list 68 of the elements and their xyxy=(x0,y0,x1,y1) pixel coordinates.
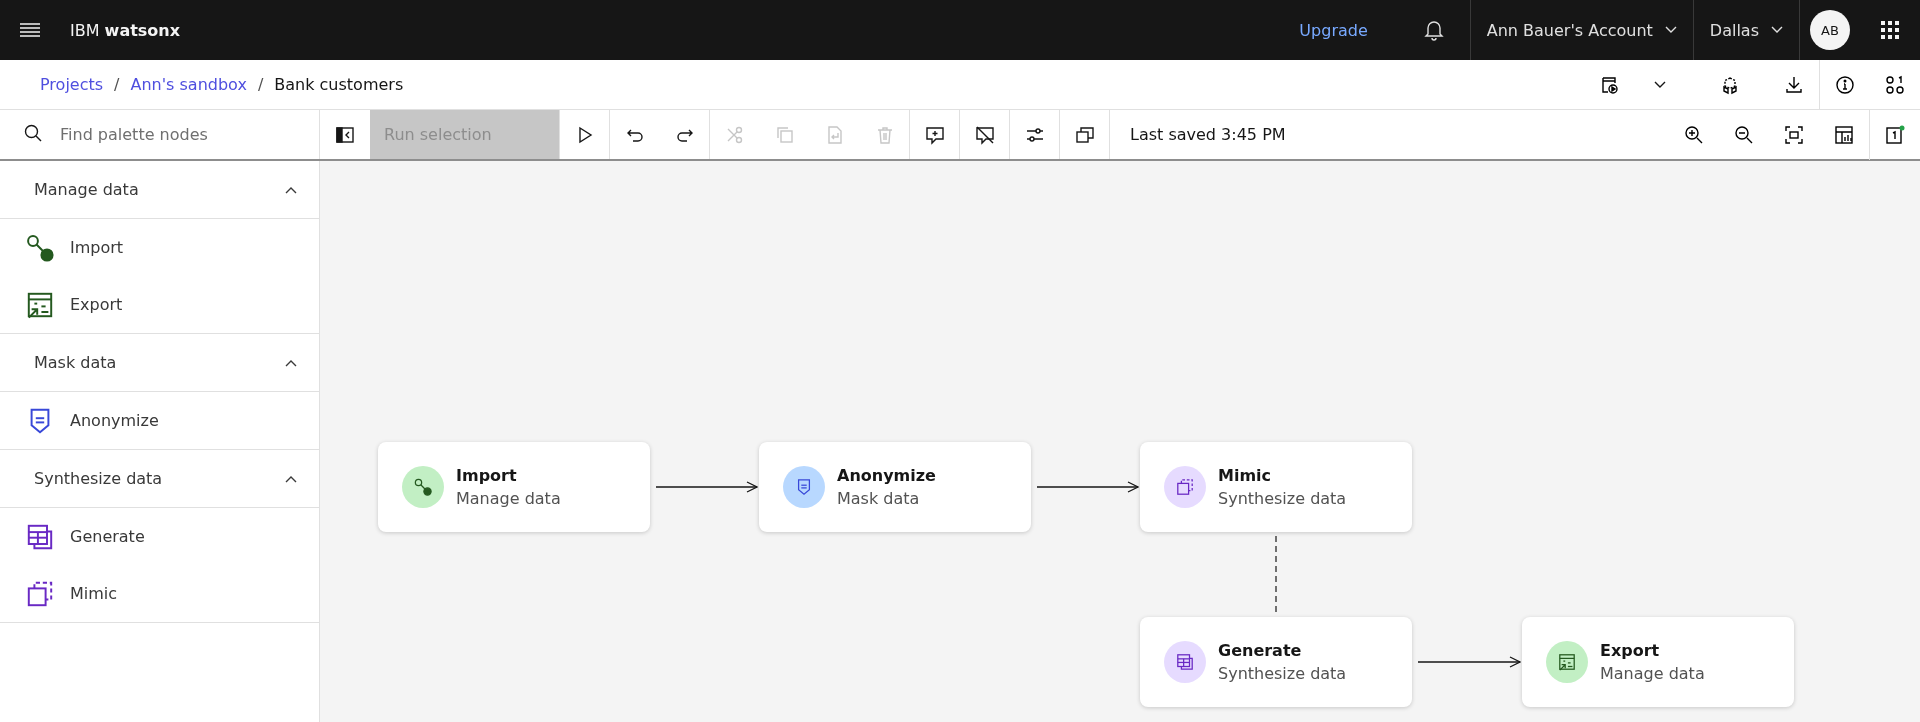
search-field[interactable]: Find palette nodes xyxy=(58,124,308,145)
nodes-icon xyxy=(1885,74,1905,95)
breadcrumb-link[interactable]: Projects xyxy=(40,75,104,94)
node-title: Mimic xyxy=(1218,466,1273,485)
cubes-icon xyxy=(1720,74,1740,95)
table-stack-icon xyxy=(1176,653,1194,671)
region-dropdown[interactable]: Dallas xyxy=(1692,0,1799,60)
shield-icon xyxy=(795,478,813,496)
user-avatar[interactable]: AB xyxy=(1810,10,1850,50)
palette-node[interactable]: Mimic xyxy=(70,584,118,603)
palette-section-header[interactable]: Synthesize data xyxy=(0,450,319,508)
info-icon xyxy=(1835,74,1855,95)
zoom-out-icon xyxy=(1734,124,1754,145)
palette-node[interactable]: Import xyxy=(70,238,124,257)
menu-icon xyxy=(20,22,40,38)
flow-node[interactable]: Anonymize Mask data xyxy=(759,442,1031,532)
node-subtitle: Manage data xyxy=(1600,664,1705,683)
last-saved-text: Last saved 3:45 PM xyxy=(1130,125,1286,144)
node-title: Import xyxy=(456,466,518,485)
upgrade-link[interactable]: Upgrade xyxy=(1299,20,1368,40)
comment-hidden-icon xyxy=(974,124,995,145)
breadcrumb-separator: / xyxy=(114,75,120,94)
breadcrumb-current: Bank customers xyxy=(274,75,404,94)
table-chart-icon xyxy=(1834,124,1854,145)
node-title: Export xyxy=(1600,641,1661,660)
palette-node[interactable]: Generate xyxy=(70,527,145,546)
connector-icon xyxy=(26,233,54,262)
product-name: IBM watsonx xyxy=(70,20,181,40)
schedule-icon xyxy=(1600,74,1620,95)
chevron-down-icon xyxy=(1654,80,1666,89)
paste-icon xyxy=(825,124,845,145)
copy-icon xyxy=(775,124,795,145)
flow-node[interactable]: Generate Synthesize data xyxy=(1140,617,1412,707)
node-title: Anonymize xyxy=(837,466,936,485)
chevron-down-icon xyxy=(1664,26,1677,34)
add-comment-icon xyxy=(924,124,945,145)
download-icon xyxy=(1784,74,1804,95)
node-title: Generate xyxy=(1218,641,1303,660)
table-export-icon xyxy=(1558,653,1576,671)
copy-dashed-icon xyxy=(1176,478,1194,496)
connector-icon xyxy=(414,478,432,496)
node-subtitle: Synthesize data xyxy=(1218,664,1347,683)
flow-node[interactable]: Import Manage data xyxy=(378,442,650,532)
grid-icon xyxy=(1881,21,1899,39)
breadcrumb-link[interactable]: Ann's sandbox xyxy=(130,75,247,94)
breadcrumb-separator: / xyxy=(257,75,264,94)
palette-section-header[interactable]: Manage data xyxy=(0,161,319,219)
flow-node[interactable]: Export Manage data xyxy=(1522,617,1794,707)
flow-node[interactable]: Mimic Synthesize data xyxy=(1140,442,1412,532)
search-icon xyxy=(24,123,42,142)
chevron-down-icon xyxy=(1771,26,1783,34)
node-subtitle: Manage data xyxy=(456,489,561,508)
palette-node[interactable]: Export xyxy=(70,295,123,314)
copy-dashed-icon xyxy=(26,579,54,608)
account-dropdown[interactable]: Ann Bauer's Account xyxy=(1469,0,1693,60)
node-subtitle: Mask data xyxy=(837,489,921,508)
fit-icon xyxy=(1784,124,1804,145)
palette-node[interactable]: Anonymize xyxy=(70,411,159,430)
scissors-icon xyxy=(725,124,745,145)
zoom-in-icon xyxy=(1684,124,1704,145)
node-subtitle: Synthesize data xyxy=(1218,489,1347,508)
bell-icon xyxy=(1423,19,1444,41)
table-stack-icon xyxy=(26,522,54,551)
table-export-icon xyxy=(26,290,54,319)
windows-icon xyxy=(1074,124,1095,145)
palette-section-header[interactable]: Mask data xyxy=(0,334,319,392)
panel-collapse-icon xyxy=(335,124,355,145)
badge-icon xyxy=(1885,124,1905,145)
